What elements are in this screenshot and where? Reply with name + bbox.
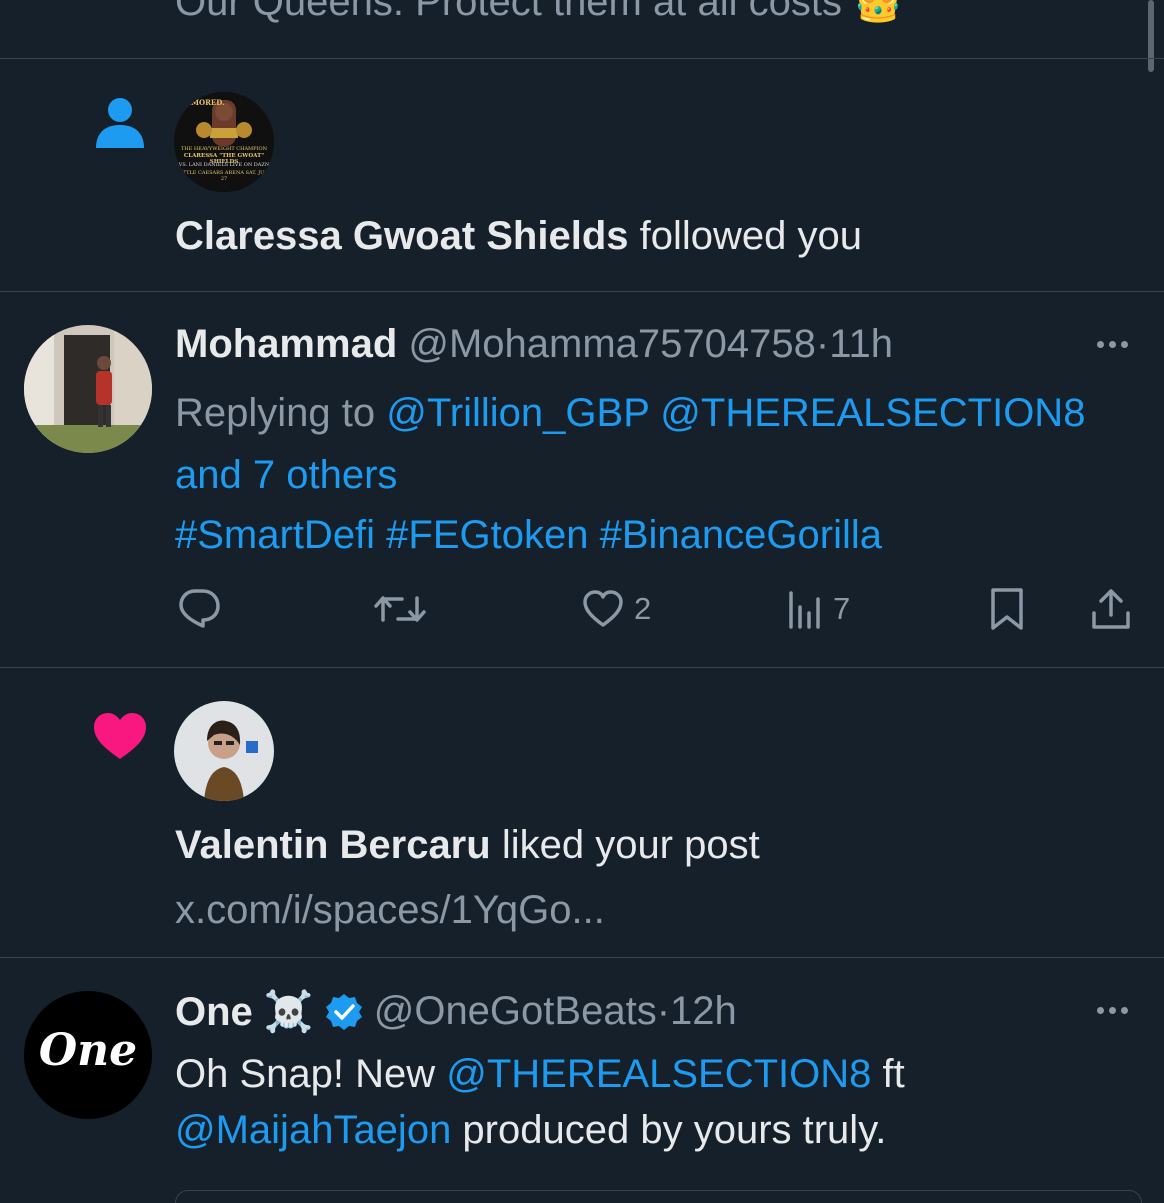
separator-dot: · bbox=[656, 989, 671, 1033]
repost-icon[interactable] bbox=[374, 590, 426, 628]
tweet-text: Oh Snap! New @THEREALSECTION8 ft @Maijah… bbox=[175, 1046, 905, 1158]
like-notification-text: Valentin Bercaru liked your post bbox=[175, 823, 760, 868]
onegotbeats-avatar[interactable]: One bbox=[24, 991, 152, 1119]
liker-name[interactable]: Valentin Bercaru bbox=[175, 823, 491, 867]
reply-user-link[interactable]: @THEREALSECTION8 bbox=[660, 391, 1085, 435]
more-options-icon[interactable] bbox=[1097, 341, 1128, 348]
mohammad-avatar[interactable] bbox=[24, 325, 152, 453]
author-name[interactable]: One ☠️ bbox=[175, 988, 314, 1035]
reply-context: Replying to @Trillion_GBP @THEREALSECTIO… bbox=[175, 382, 1085, 506]
tweet-time[interactable]: 11h bbox=[829, 322, 893, 366]
tweet-text-part: ft bbox=[871, 1052, 905, 1096]
reply-icon[interactable] bbox=[177, 588, 221, 628]
tweet-header: One ☠️ @OneGotBeats·12h bbox=[175, 988, 737, 1035]
like-action[interactable]: 2 bbox=[582, 589, 651, 629]
views-action[interactable]: 7 bbox=[787, 589, 850, 629]
share-icon[interactable] bbox=[1090, 587, 1132, 631]
avatar-logo-text: One bbox=[38, 1025, 138, 1076]
divider bbox=[0, 957, 1164, 958]
verified-badge-icon bbox=[325, 993, 362, 1030]
person-icon bbox=[96, 98, 144, 148]
reply-user-link[interactable]: @Trillion_GBP bbox=[386, 391, 649, 435]
divider bbox=[0, 667, 1164, 668]
follow-action: followed you bbox=[639, 214, 863, 258]
tweet-text-part: produced by yours truly. bbox=[451, 1108, 887, 1152]
heart-icon bbox=[583, 590, 623, 627]
tweet-text-part: Oh Snap! New bbox=[175, 1052, 447, 1096]
more-options-icon[interactable] bbox=[1097, 1007, 1128, 1014]
replying-to-label: Replying to bbox=[175, 391, 376, 435]
scrollbar-thumb[interactable] bbox=[1148, 0, 1154, 72]
previous-post-text: Our Queens. Protect them at all costs 👑 bbox=[175, 0, 903, 24]
media-preview-edge bbox=[175, 1190, 1142, 1203]
views-count: 7 bbox=[833, 591, 851, 626]
poster-line: VS. LANI DANIELS LIVE ON DAZN bbox=[178, 162, 270, 168]
tweet-time[interactable]: 12h bbox=[670, 989, 737, 1033]
avatar-photo bbox=[174, 701, 274, 801]
tweet-hashtags[interactable]: #SmartDefi #FEGtoken #BinanceGorilla bbox=[175, 513, 882, 558]
follower-name[interactable]: Claressa Gwoat Shields bbox=[175, 214, 629, 258]
like-count: 2 bbox=[634, 591, 652, 626]
heart-filled-icon bbox=[94, 713, 146, 759]
poster-line: ARMORED. bbox=[180, 98, 225, 107]
avatar-photo bbox=[24, 325, 152, 453]
poster-line: LITTLE CAESARS ARENA SAT. JULY 27 bbox=[177, 170, 271, 182]
valentin-avatar[interactable] bbox=[174, 701, 274, 801]
separator-dot: · bbox=[815, 322, 830, 366]
divider bbox=[0, 58, 1164, 59]
claressa-avatar[interactable]: ARMORED. THE HEAVYWEIGHT CHAMPION CLARES… bbox=[174, 92, 274, 192]
poster-line: THE HEAVYWEIGHT CHAMPION bbox=[181, 146, 267, 152]
like-action-text: liked your post bbox=[501, 823, 760, 867]
views-icon bbox=[789, 591, 820, 629]
liked-post-link[interactable]: x.com/i/spaces/1YqGo... bbox=[175, 888, 605, 933]
reply-others-link[interactable]: and 7 others bbox=[175, 453, 397, 497]
divider bbox=[0, 291, 1164, 292]
tweet-header: Mohammad @Mohamma75704758·11h bbox=[175, 322, 893, 367]
author-name[interactable]: Mohammad bbox=[175, 322, 397, 366]
mention-link[interactable]: @MaijahTaejon bbox=[175, 1108, 451, 1152]
author-handle[interactable]: @OneGotBeats bbox=[374, 989, 657, 1033]
follow-notification-text: Claressa Gwoat Shields followed you bbox=[175, 214, 862, 259]
bookmark-icon[interactable] bbox=[989, 587, 1025, 631]
mention-link[interactable]: @THEREALSECTION8 bbox=[446, 1052, 871, 1096]
author-handle[interactable]: @Mohamma75704758 bbox=[408, 322, 816, 366]
